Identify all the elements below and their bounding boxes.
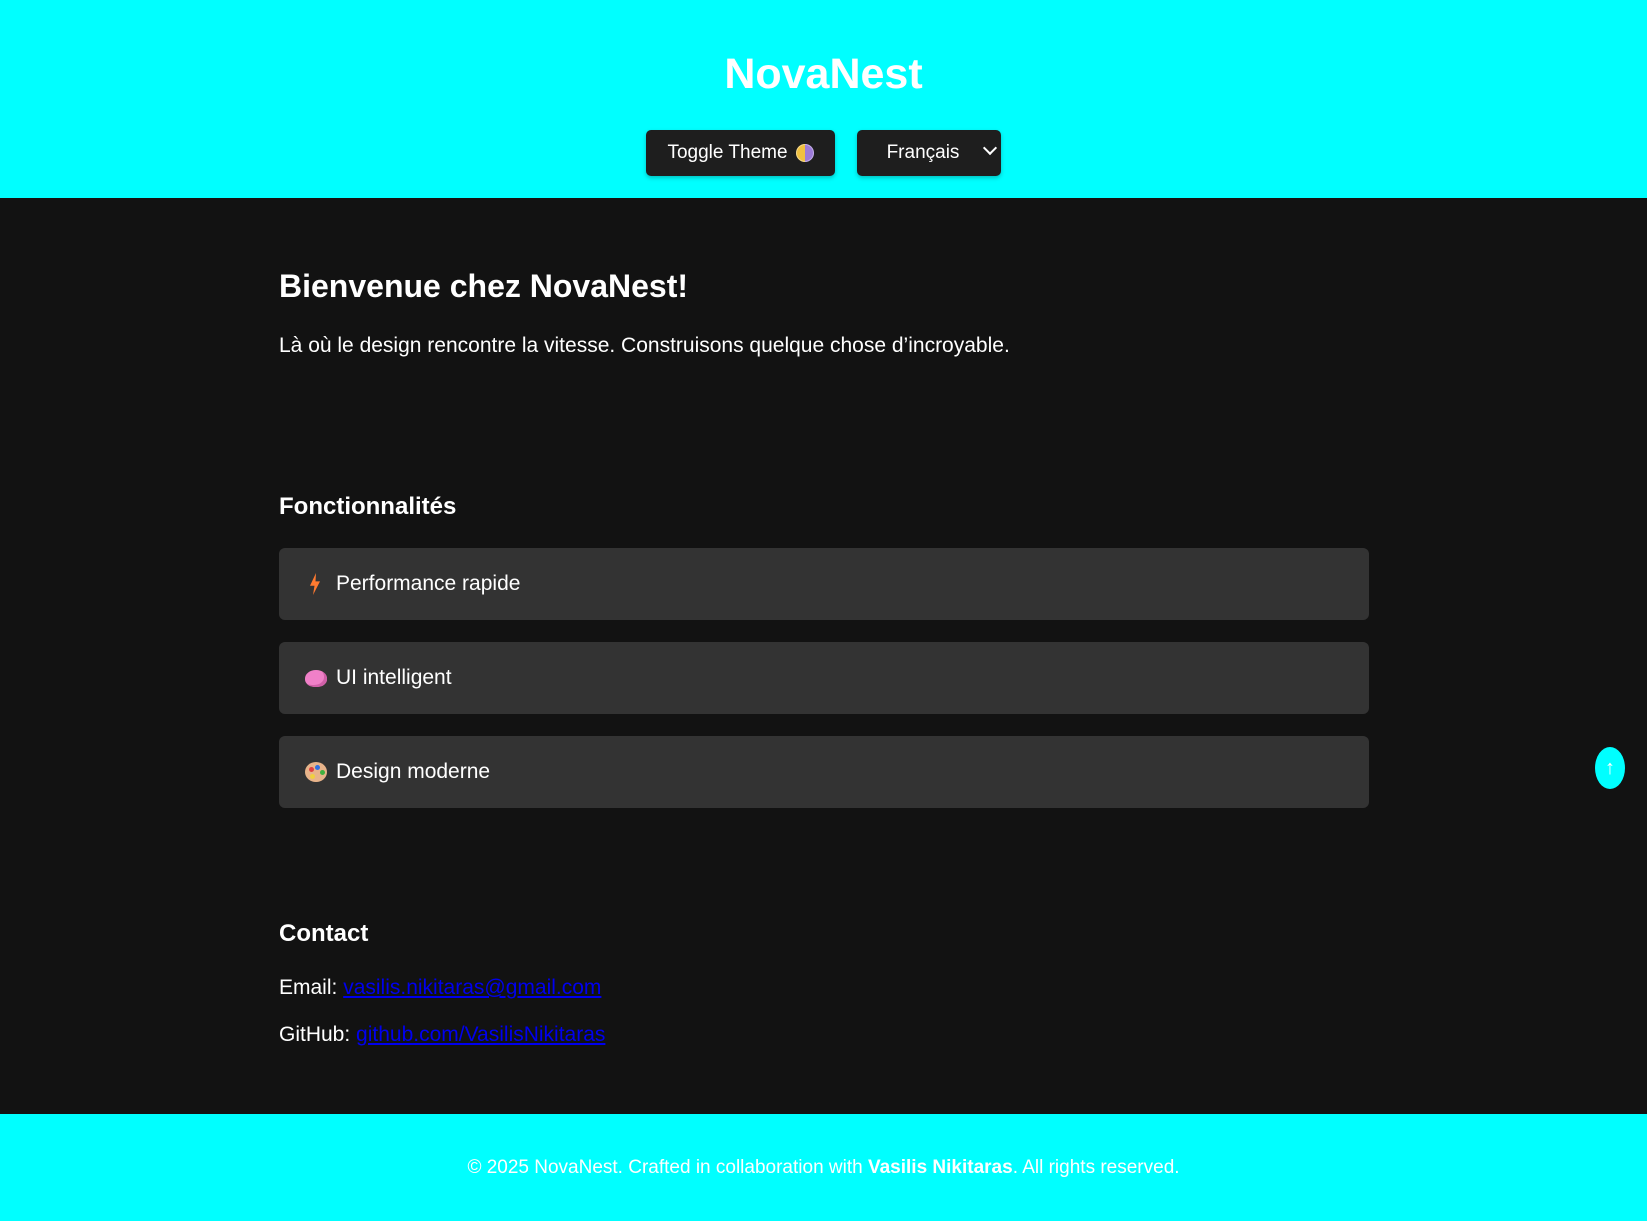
header-controls: Toggle Theme Français xyxy=(0,130,1647,176)
github-link[interactable]: github.com/VasilisNikitaras xyxy=(356,1023,605,1046)
contact-github-line: GitHub: github.com/VasilisNikitaras xyxy=(279,1023,605,1047)
footer-text: © 2025 NovaNest. Crafted in collaboratio… xyxy=(467,1157,1179,1179)
email-label: Email: xyxy=(279,976,338,999)
site-header: NovaNest Toggle Theme Français xyxy=(0,0,1647,198)
contact-email-line: Email: vasilis.nikitaras@gmail.com xyxy=(279,976,601,1000)
site-title: NovaNest xyxy=(724,50,923,98)
footer-prefix: © 2025 NovaNest. Crafted in collaboratio… xyxy=(467,1156,863,1178)
feature-card: UI intelligent xyxy=(279,642,1369,714)
footer-suffix: . All rights reserved. xyxy=(1012,1156,1180,1178)
toggle-theme-button[interactable]: Toggle Theme xyxy=(646,130,835,176)
half-moon-icon xyxy=(795,144,814,162)
brain-icon xyxy=(304,666,328,690)
language-select[interactable]: Français xyxy=(857,130,1001,176)
contact-title: Contact xyxy=(279,920,369,947)
lightning-icon xyxy=(304,572,328,596)
footer-author: Vasilis Nikitaras xyxy=(867,1156,1013,1178)
github-label: GitHub: xyxy=(279,1023,351,1046)
feature-list: Performance rapide UI intelligent Design… xyxy=(279,548,1369,830)
language-select-value: Français xyxy=(886,142,960,163)
feature-card: Design moderne xyxy=(279,736,1369,808)
scroll-to-top-button[interactable]: ↑ xyxy=(1595,747,1625,789)
arrow-up-icon: ↑ xyxy=(1605,756,1615,779)
feature-label: Performance rapide xyxy=(336,572,521,595)
palette-icon xyxy=(304,760,328,784)
feature-label: Design moderne xyxy=(336,760,491,783)
email-link[interactable]: vasilis.nikitaras@gmail.com xyxy=(343,976,601,999)
features-title: Fonctionnalités xyxy=(279,493,457,520)
site-footer: © 2025 NovaNest. Crafted in collaboratio… xyxy=(0,1114,1647,1221)
hero-title: Bienvenue chez NovaNest! xyxy=(279,268,689,304)
hero-text: Là où le design rencontre la vitesse. Co… xyxy=(279,334,1010,357)
toggle-theme-label: Toggle Theme xyxy=(667,142,788,163)
chevron-down-icon xyxy=(982,140,998,156)
feature-card: Performance rapide xyxy=(279,548,1369,620)
feature-label: UI intelligent xyxy=(336,666,452,689)
